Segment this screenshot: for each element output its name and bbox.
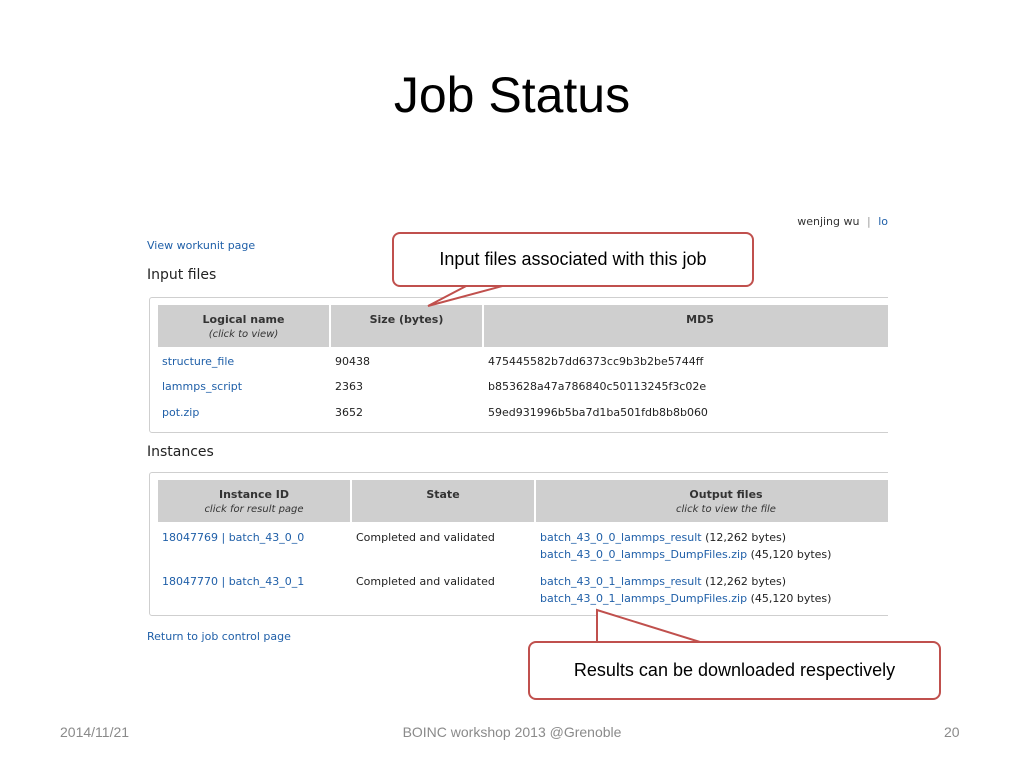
input-files-callout: Input files associated with this job xyxy=(392,232,754,287)
input-callout-pointer xyxy=(427,283,511,307)
input-files-callout-text: Input files associated with this job xyxy=(439,249,707,269)
results-callout-pointer xyxy=(596,608,701,643)
footer-center: BOINC workshop 2013 @Grenoble xyxy=(402,724,622,740)
results-callout-text: Results can be downloaded respectively xyxy=(573,660,896,680)
results-callout: Results can be downloaded respectively xyxy=(528,641,941,700)
page-number: 20 xyxy=(944,724,960,740)
